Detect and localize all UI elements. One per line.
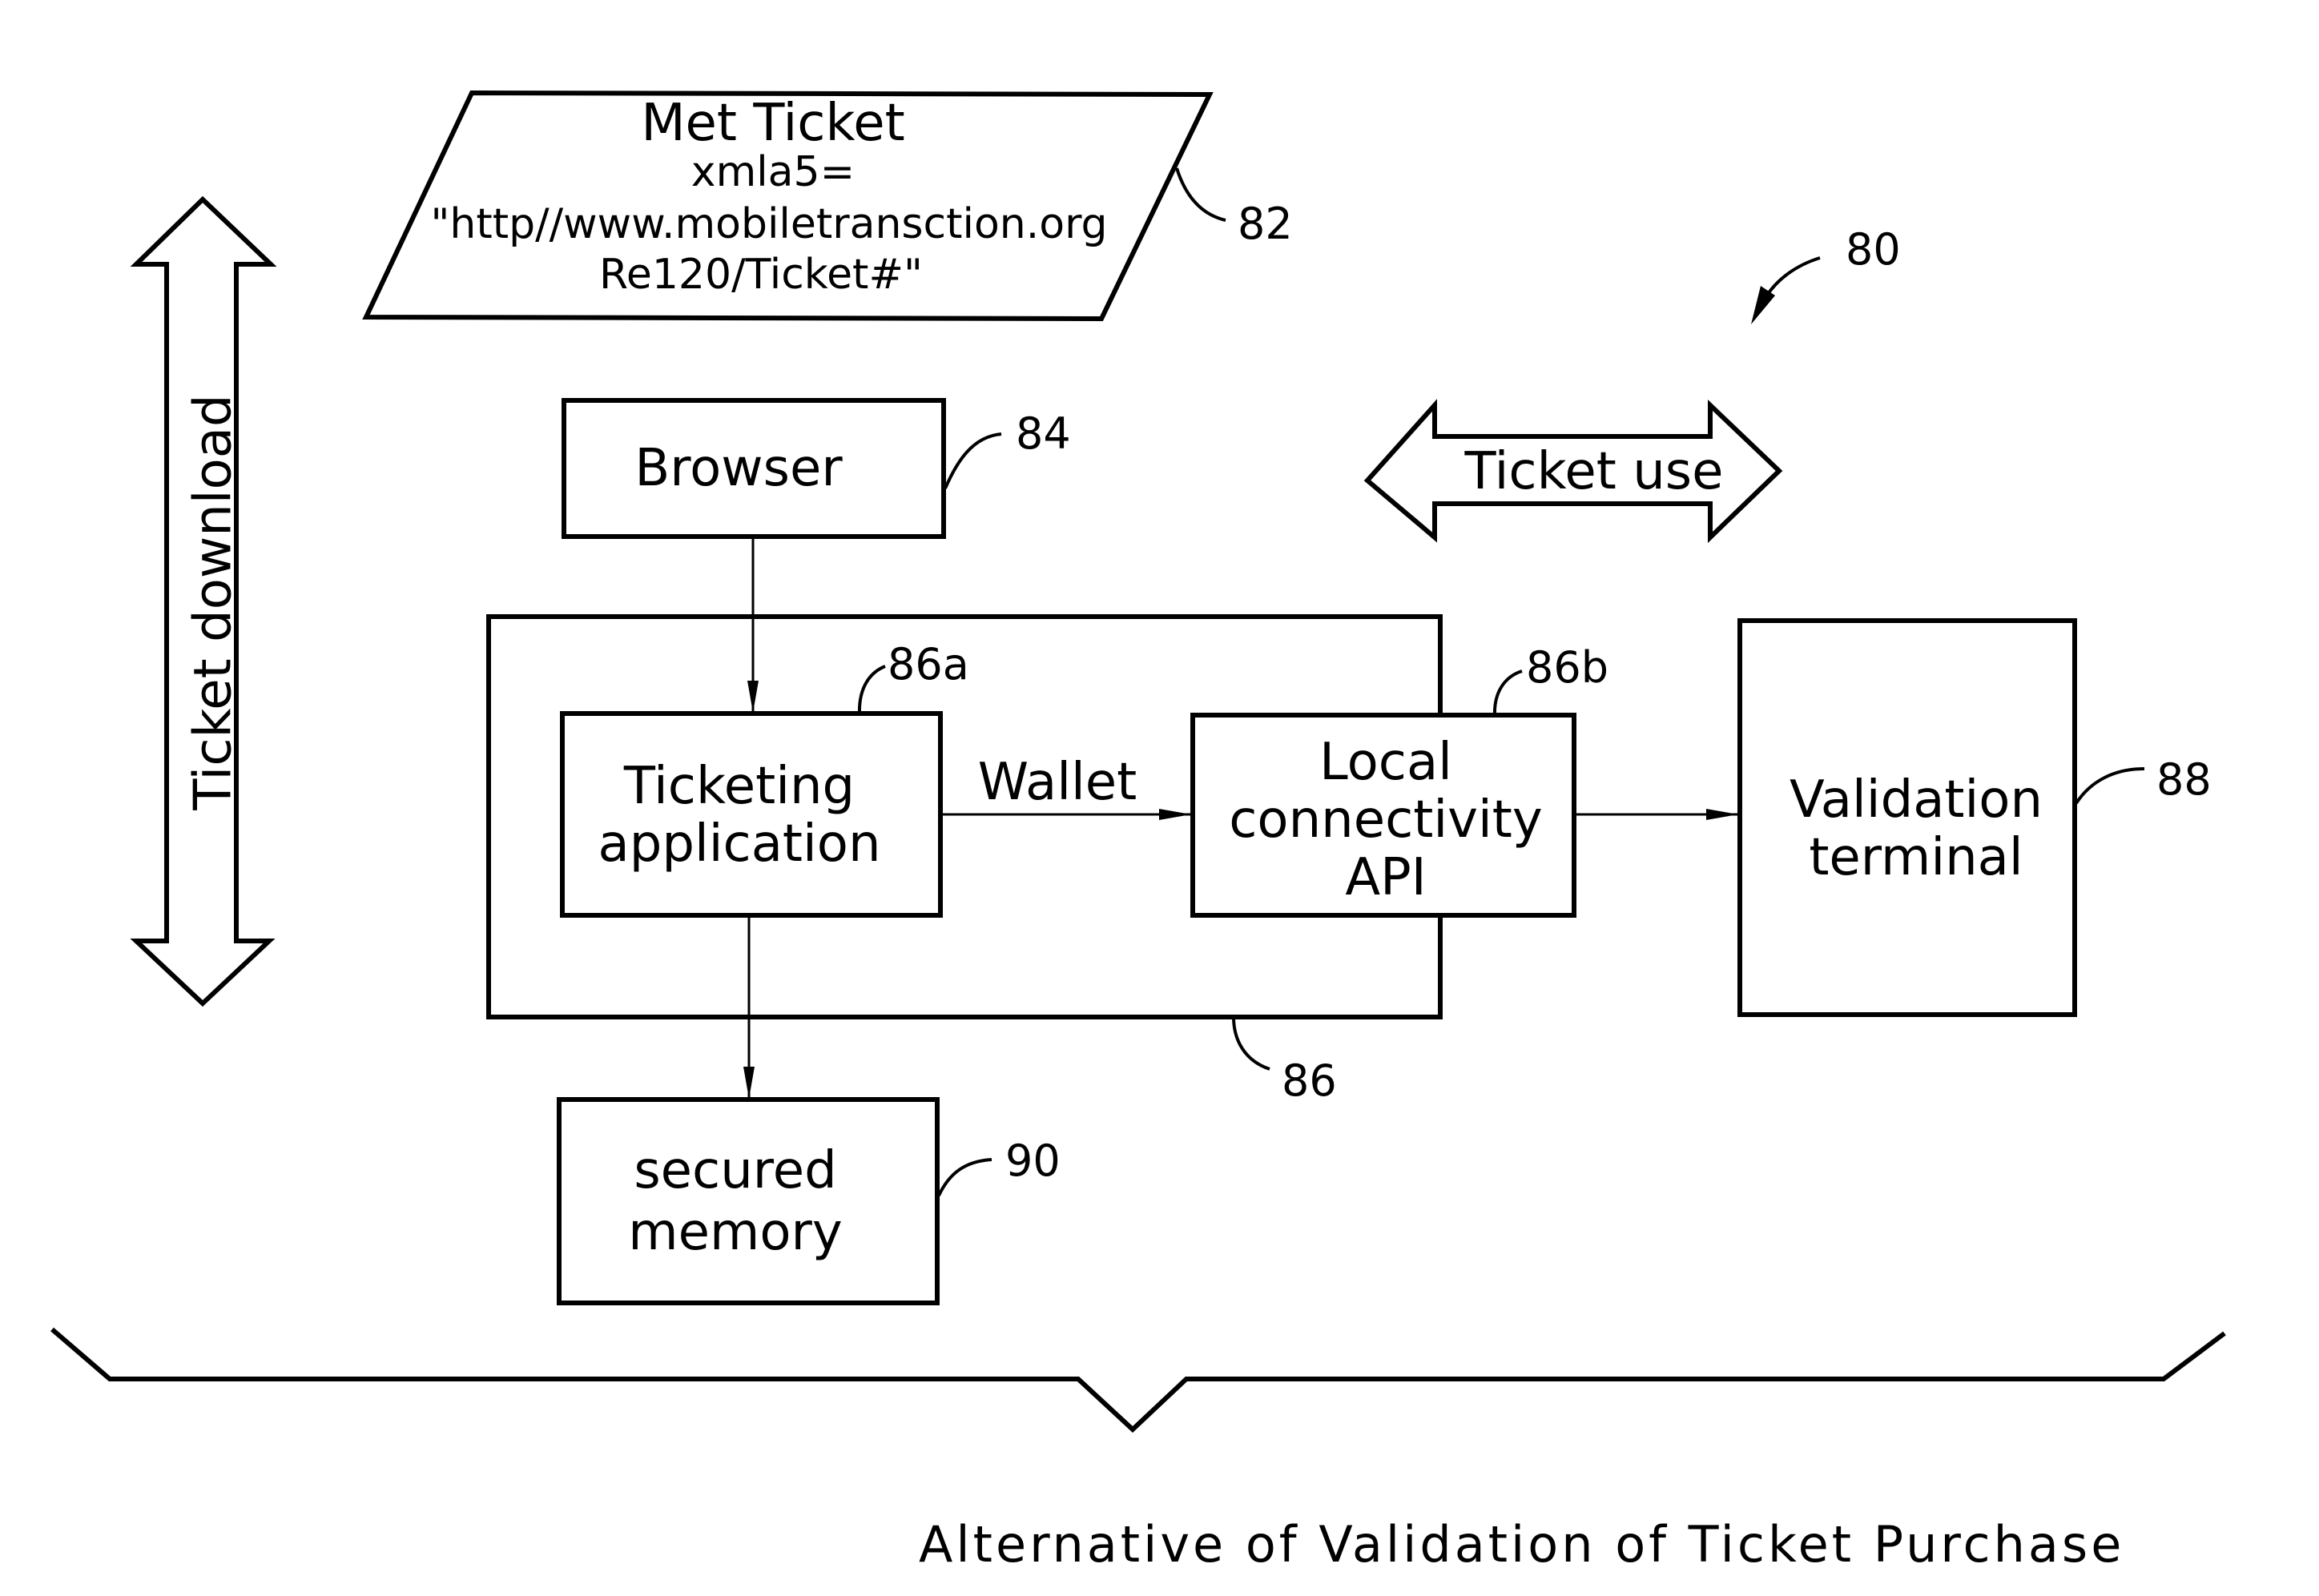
wallet-label: Wallet [978,753,1137,812]
ticket-download-arrow: Ticket download [130,195,277,1007]
secured-memory-line-2: memory [628,1203,842,1262]
ticket-use-arrow: Ticket use [1363,399,1783,544]
ref-86: 86 [1282,1055,1337,1106]
ref-90-leader [937,1158,992,1196]
ref-80-arrow [1765,256,1821,298]
ref-80: 80 [1846,224,1901,275]
local-connectivity-api-line-1: Local [1319,733,1452,792]
met-ticket-line-3: "http//www.mobiletransction.org [430,200,1107,248]
ref-84: 84 [1016,408,1071,459]
browser-block: Browser 84 [562,398,1071,539]
ref-86b-leader [1492,669,1523,716]
secured-memory-line-1: secured [634,1141,836,1200]
validation-terminal-line-1: Validation [1790,770,2043,830]
ticketing-application-line-1: Ticketing [623,757,855,816]
ref-88: 88 [2156,754,2212,805]
ticket-validation-diagram: Ticket download Met Ticket xmla5= "http/… [50,90,2226,1574]
validation-terminal-block: Validation terminal 88 [1737,618,2212,1017]
browser-label: Browser [634,439,843,498]
ref-86a: 86a [888,639,969,689]
secured-memory-box [557,1097,940,1305]
ref-84-leader [944,432,1002,489]
ref-88-leader [2075,767,2145,805]
ref-86-leader [1232,1016,1270,1071]
ref-86b: 86b [1526,642,1608,693]
figure-reference-80: 80 [1751,224,1901,324]
ref-90: 90 [1005,1136,1061,1186]
secured-memory-block: secured memory 90 [557,1097,1061,1305]
validation-terminal-line-2: terminal [1809,828,2023,887]
ticket-download-label: Ticket download [184,394,244,810]
figure-caption: Alternative of Validation of Ticket Purc… [919,1515,2124,1574]
ref-82-leader [1175,167,1226,222]
met-ticket-data-block: Met Ticket xmla5= "http//www.mobiletrans… [362,90,1293,322]
local-connectivity-api-line-3: API [1345,848,1426,907]
met-ticket-line-1: Met Ticket [641,94,904,153]
grouping-brace [50,1327,2226,1433]
ticketing-application-line-2: application [598,814,880,874]
ref-82: 82 [1238,199,1293,249]
local-connectivity-api-line-2: connectivity [1229,790,1543,850]
met-ticket-line-2: xmla5= [691,148,855,196]
ticket-use-label: Ticket use [1464,442,1724,501]
met-ticket-line-4: Re120/Ticket#" [599,251,923,299]
